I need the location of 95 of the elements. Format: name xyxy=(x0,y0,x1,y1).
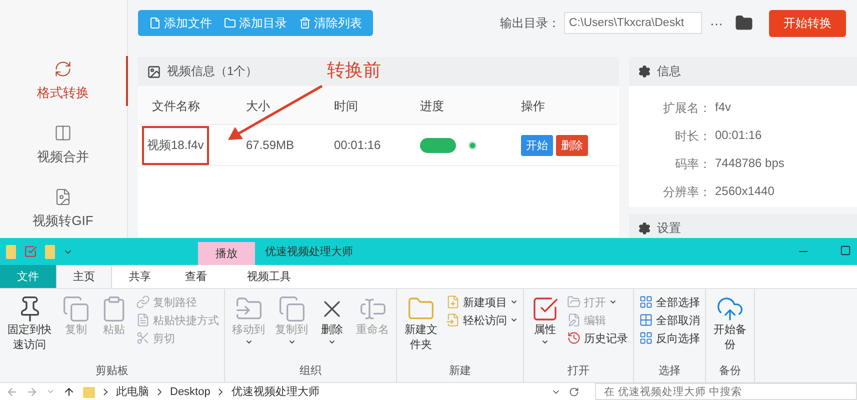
info-value: 2560x1440 xyxy=(714,184,776,200)
ribbon-button[interactable]: 全部选择 xyxy=(639,294,700,310)
gear-icon xyxy=(638,222,651,235)
grid-icon xyxy=(639,295,653,310)
breadcrumb[interactable]: Desktop xyxy=(170,386,210,398)
refresh-icon[interactable] xyxy=(569,386,579,396)
status-dot-icon xyxy=(468,140,477,150)
history-icon xyxy=(567,331,581,346)
ribbon-button[interactable]: 新建文件夹 xyxy=(400,292,442,363)
table-cell: 00:01:16 xyxy=(334,138,381,152)
ribbon-button[interactable]: 开始备份 xyxy=(709,292,751,363)
info-label: 时长： xyxy=(674,128,711,145)
ribbon-button[interactable]: 反向选择 xyxy=(639,330,700,346)
more-button[interactable]: ··· xyxy=(710,16,723,30)
caret-icon xyxy=(244,338,252,346)
info-label: 分辨率： xyxy=(662,184,711,201)
folder-icon[interactable] xyxy=(735,14,753,32)
column-header: 操作 xyxy=(507,86,618,124)
search-field[interactable]: 在 优速视频处理大师 中搜索 xyxy=(595,383,857,400)
window-title: 优速视频处理大师 xyxy=(265,245,354,259)
info-value: f4v xyxy=(714,100,732,116)
output-path-field[interactable]: C:\Users\Tkxcra\Deskt xyxy=(564,12,702,34)
annotation-label: 转换前 xyxy=(327,59,381,82)
info-label: 扩展名： xyxy=(662,100,711,117)
start-convert-button[interactable]: 开始转换 xyxy=(769,10,846,36)
ribbon-button[interactable]: 全部取消 xyxy=(639,312,700,328)
ribbon-tab[interactable]: 主页 xyxy=(56,265,112,288)
file-icon xyxy=(446,313,460,328)
scissors-icon xyxy=(136,331,150,346)
group-label: 备份 xyxy=(718,364,742,379)
up-icon[interactable] xyxy=(63,386,75,398)
context-tab[interactable]: 播放 xyxy=(198,242,255,265)
caret-icon xyxy=(328,338,336,346)
sidebar-item[interactable]: 视频转GIF xyxy=(0,184,128,234)
group-label: 打开 xyxy=(566,364,590,379)
info-label: 码率： xyxy=(674,156,711,173)
column-header: 时间 xyxy=(320,86,406,124)
group-label: 组织 xyxy=(298,364,322,379)
document-icon xyxy=(136,313,150,328)
ribbon-button[interactable]: 轻松访问 xyxy=(446,312,518,328)
panel-title: 信息 xyxy=(657,63,681,80)
ribbon-button[interactable]: 固定到快速访问 xyxy=(3,292,56,363)
file-icon xyxy=(149,17,161,29)
folder-icon xyxy=(224,17,236,29)
ribbon-button[interactable]: 新建项目 xyxy=(446,294,518,310)
sidebar-item[interactable]: 视频合并 xyxy=(0,120,128,170)
caret-icon xyxy=(609,298,617,306)
group-label: 新建 xyxy=(448,364,472,379)
grid-icon xyxy=(639,331,653,346)
sidebar-item[interactable]: 格式转换 xyxy=(0,56,128,106)
checkbox-icon[interactable] xyxy=(24,245,37,258)
file-plus-icon xyxy=(446,295,460,310)
delete-button[interactable]: 删除 xyxy=(556,134,588,156)
trash-icon xyxy=(299,17,311,29)
breadcrumb[interactable]: 此电脑 xyxy=(116,384,149,399)
panel-title: 设置 xyxy=(657,220,681,237)
panel-title: 视频信息（1个） xyxy=(167,63,258,80)
image-icon xyxy=(147,64,161,78)
chevron-icon xyxy=(157,388,162,396)
info-value: 00:01:16 xyxy=(714,128,763,144)
progress-bar xyxy=(420,138,456,152)
ribbon-button[interactable]: 历史记录 xyxy=(567,330,628,346)
copy-icon xyxy=(62,294,90,323)
highlighted-file-name: 视频18.f4v xyxy=(142,126,209,164)
cloud-upload-icon xyxy=(716,294,744,323)
maximize-icon[interactable] xyxy=(840,245,851,256)
caret-icon xyxy=(510,298,518,306)
caret-icon xyxy=(541,338,549,346)
folder-icon xyxy=(83,386,95,398)
copy-icon xyxy=(278,294,306,323)
info-value: 7448786 bps xyxy=(714,156,786,172)
edit-icon xyxy=(567,313,581,328)
caret-icon xyxy=(510,316,518,324)
folder-icon xyxy=(567,295,581,310)
image-file-icon xyxy=(54,188,72,206)
checkbox-icon xyxy=(531,294,559,323)
grid-icon xyxy=(639,313,653,328)
columns-icon xyxy=(54,124,72,142)
table-cell: 67.59MB xyxy=(246,138,294,152)
chevron-icon xyxy=(218,388,224,396)
column-header: 大小 xyxy=(232,86,320,124)
column-header: 文件名称 xyxy=(138,86,232,124)
ribbon-button[interactable]: 属性 xyxy=(527,292,563,363)
refresh-icon xyxy=(54,60,72,78)
link-icon xyxy=(136,295,150,310)
column-header: 进度 xyxy=(406,86,507,124)
gear-icon xyxy=(638,65,651,78)
group-label: 选择 xyxy=(658,364,682,379)
chevron-icon xyxy=(103,388,108,396)
output-label: 输出目录： xyxy=(500,14,560,32)
address-bar[interactable]: 此电脑 Desktop 优速视频处理大师 xyxy=(83,384,587,399)
breadcrumb[interactable]: 优速视频处理大师 xyxy=(231,384,320,399)
ribbon-button[interactable]: 删除 xyxy=(314,292,350,363)
caret-icon xyxy=(288,338,296,346)
group-label: 剪贴板 xyxy=(94,364,130,379)
